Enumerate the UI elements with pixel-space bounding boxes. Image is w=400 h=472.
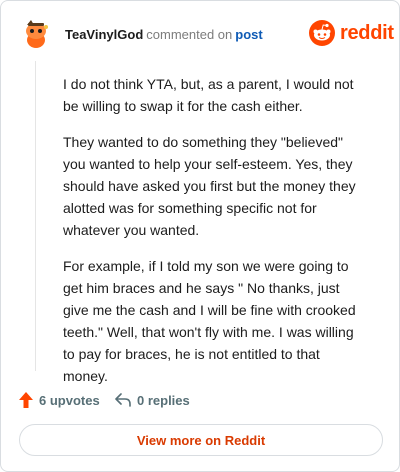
upvote-button[interactable]: 6 upvotes: [19, 389, 100, 411]
upvote-arrow-icon: [19, 392, 33, 408]
embedded-comment-card: TeaVinylGod commented on post reddit I do …: [0, 0, 400, 472]
action-text: commented on: [146, 27, 233, 42]
comment-body: I do not think YTA, but, as a parent, I …: [63, 73, 363, 401]
comment-paragraph: For example, if I told my son we were go…: [63, 258, 356, 384]
reddit-alien-icon: [309, 20, 335, 46]
reddit-wordmark: reddit: [340, 22, 394, 44]
replies-count: 0 replies: [137, 392, 190, 408]
username[interactable]: TeaVinylGod: [65, 27, 143, 42]
replies-button[interactable]: 0 replies: [115, 389, 190, 411]
comment-paragraph: I do not think YTA, but, as a parent, I …: [63, 76, 354, 114]
upvote-count: 6 upvotes: [39, 392, 100, 408]
snoo-avatar-icon[interactable]: [19, 17, 53, 51]
thread-line: [35, 61, 36, 371]
view-more-button[interactable]: View more on Reddit: [19, 424, 383, 456]
post-link[interactable]: post: [235, 27, 262, 42]
reply-arrow-icon: [115, 393, 131, 407]
comment-meta: TeaVinylGod commented on post: [65, 27, 263, 43]
comment-paragraph: They wanted to do something they "believ…: [63, 134, 356, 238]
reddit-logo[interactable]: reddit: [309, 19, 394, 47]
comment-header: TeaVinylGod commented on post reddit: [19, 17, 394, 53]
comment-footer: 6 upvotes 0 replies: [19, 389, 379, 411]
